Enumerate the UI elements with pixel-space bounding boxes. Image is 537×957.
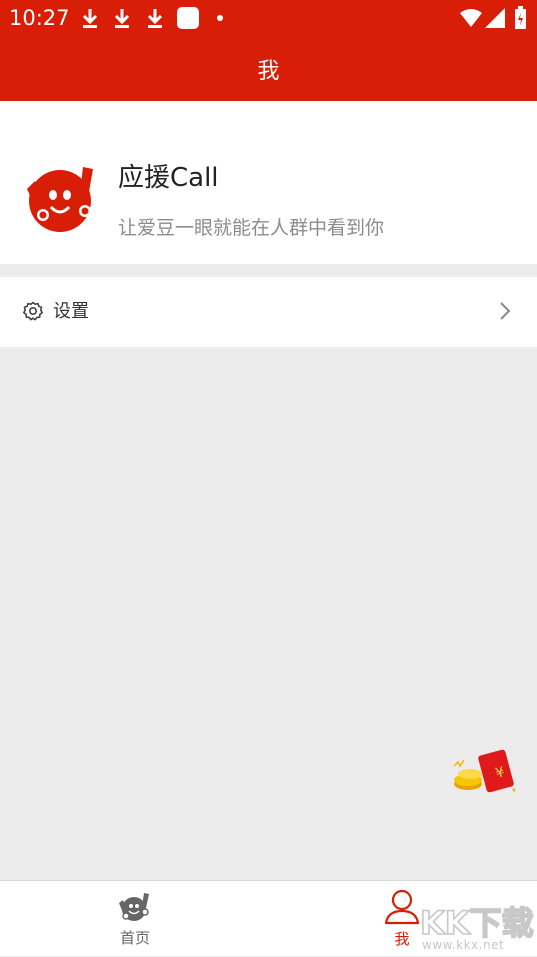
dot-icon xyxy=(217,15,223,21)
chevron-right-icon xyxy=(500,302,511,320)
profile-card[interactable]: 应援Call 让爱豆一眼就能在人群中看到你 xyxy=(0,101,537,264)
settings-row[interactable]: 设置 xyxy=(0,277,537,347)
person-icon xyxy=(384,889,420,925)
app-logo-icon xyxy=(27,167,93,232)
status-time: 10:27 xyxy=(9,6,70,30)
nav-home[interactable]: 首页 xyxy=(95,881,175,957)
watermark-logo: KK下载 xyxy=(419,903,534,940)
title-bar: 我 xyxy=(0,36,537,101)
watermark-url: www.kkx.net xyxy=(422,938,505,952)
wifi-icon xyxy=(460,9,482,27)
battery-icon xyxy=(515,6,526,29)
download-icon xyxy=(147,9,163,28)
gear-icon xyxy=(23,301,43,321)
page-title: 我 xyxy=(257,58,280,84)
nav-home-label: 首页 xyxy=(119,929,150,947)
profile-name: 应援Call xyxy=(118,163,219,193)
watermark-text: KK下载 xyxy=(420,904,534,940)
download-icon xyxy=(82,9,98,28)
watermark: KK下载 www.kkx.net xyxy=(418,900,536,956)
status-bar: 10:27 xyxy=(0,0,537,36)
settings-label: 设置 xyxy=(53,301,89,322)
download-icon xyxy=(114,9,130,28)
profile-slogan: 让爱豆一眼就能在人群中看到你 xyxy=(118,217,385,239)
app-notification-icon xyxy=(177,7,199,29)
red-packet-icon[interactable]: ¥ xyxy=(448,746,520,796)
home-logo-icon xyxy=(119,893,149,921)
signal-icon xyxy=(485,8,505,28)
